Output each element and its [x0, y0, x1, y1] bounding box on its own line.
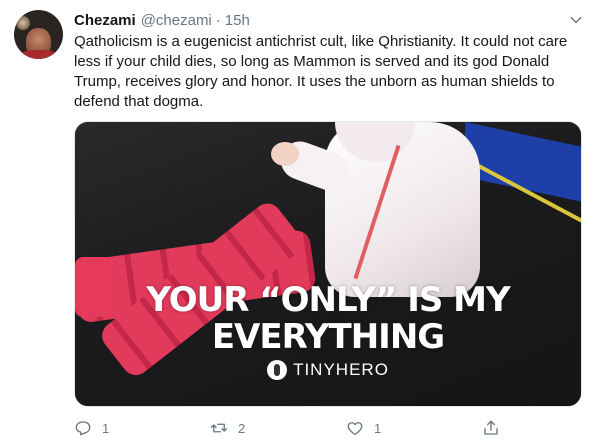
retweet-button[interactable]: 2 — [210, 416, 245, 440]
retweet-icon — [210, 423, 228, 433]
tweet[interactable]: Chezami @chezami · 15h Qatholicism is a … — [0, 0, 598, 447]
reply-icon — [75, 421, 91, 436]
tweet-media[interactable]: YOUR “ONLY” IS MY EVERYTHING TINYHERO — [74, 121, 582, 407]
tweet-text: Qatholicism is a eugenicist antichrist c… — [74, 33, 568, 110]
share-button[interactable] — [482, 416, 500, 440]
like-button[interactable]: 1 — [346, 416, 381, 440]
like-count: 1 — [374, 420, 382, 436]
avatar-shirt — [20, 50, 58, 59]
share-icon — [484, 420, 498, 435]
avatar[interactable] — [14, 10, 63, 59]
media-overlay-line2: EVERYTHING — [211, 317, 445, 357]
author-handle[interactable]: @chezami — [141, 12, 212, 29]
author-name[interactable]: Chezami — [74, 12, 136, 29]
timestamp[interactable]: 15h — [225, 12, 250, 29]
media-hand — [271, 142, 299, 166]
media-overlay-line1: YOUR “ONLY” IS MY — [146, 280, 510, 320]
chevron-down-icon[interactable] — [566, 10, 586, 30]
retweet-count: 2 — [238, 420, 246, 436]
avatar-light — [16, 16, 30, 30]
tweet-actions: 1 2 1 — [74, 416, 504, 440]
like-icon — [347, 422, 363, 436]
tweet-header: Chezami @chezami · 15h — [74, 10, 250, 30]
media-brand-text: TINYHERO — [293, 360, 389, 379]
media-brand: TINYHERO — [75, 360, 581, 380]
reply-button[interactable]: 1 — [74, 416, 109, 440]
reply-count: 1 — [102, 420, 110, 436]
tinyhero-logo-icon — [267, 360, 288, 380]
header-separator: · — [215, 11, 221, 29]
